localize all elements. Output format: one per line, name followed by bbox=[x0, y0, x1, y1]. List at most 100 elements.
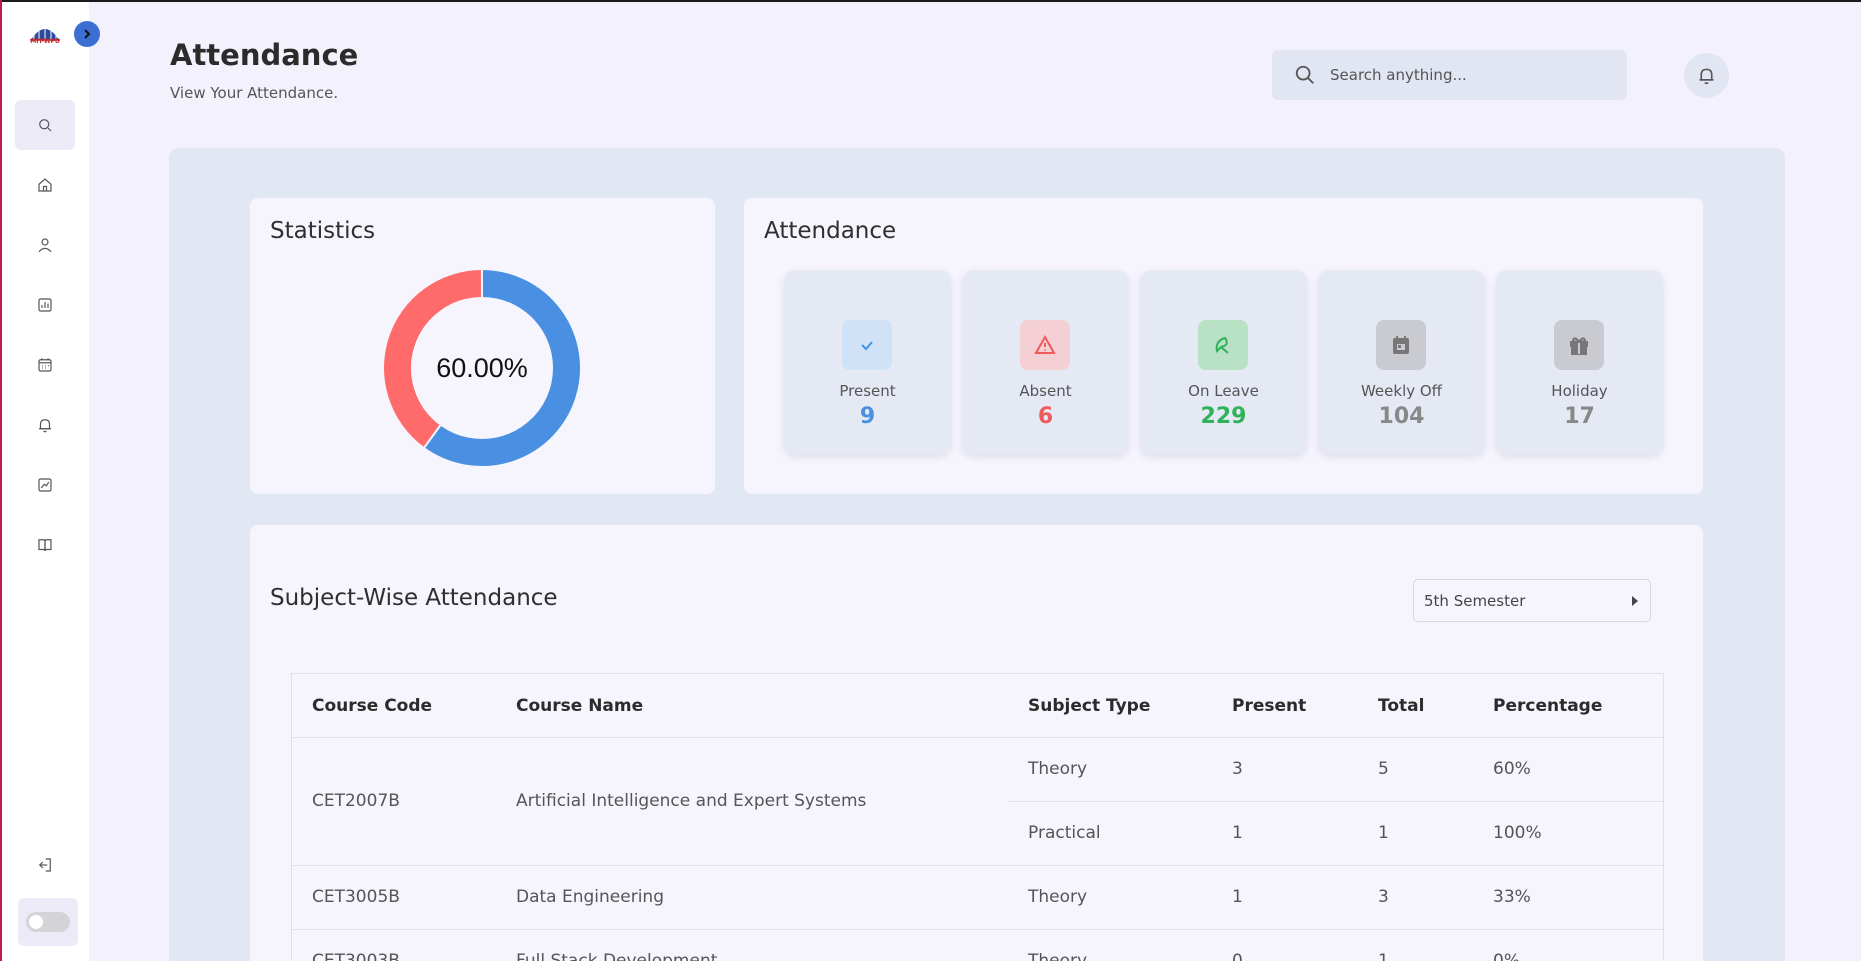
holiday-icon-box bbox=[1554, 320, 1604, 370]
statistics-title: Statistics bbox=[270, 218, 376, 244]
search-placeholder: Search anything... bbox=[1330, 66, 1467, 84]
home-icon bbox=[38, 178, 52, 192]
sidebar-item-profile[interactable] bbox=[15, 220, 75, 270]
window-top-border bbox=[0, 0, 1861, 2]
on-leave-icon-box bbox=[1198, 320, 1248, 370]
stat-holiday-value: 17 bbox=[1564, 404, 1595, 429]
statistics-card: Statistics 60.00% bbox=[250, 198, 715, 494]
stat-present-label: Present bbox=[839, 382, 896, 400]
present-cell: 1 bbox=[1232, 823, 1243, 843]
present-icon-box bbox=[842, 320, 892, 370]
course-code-cell: CET3003B bbox=[312, 951, 400, 961]
percentage-cell: 60% bbox=[1493, 759, 1531, 779]
page-subtitle: View Your Attendance. bbox=[170, 84, 339, 102]
column-header-subject-type: Subject Type bbox=[1028, 696, 1151, 716]
subject-wise-attendance-card: Subject-Wise Attendance 5th Semester Cou… bbox=[250, 525, 1703, 961]
notifications-button[interactable] bbox=[1684, 53, 1729, 98]
column-header-course-code: Course Code bbox=[312, 696, 433, 716]
course-code-cell: CET2007B bbox=[312, 791, 400, 811]
absent-icon-box bbox=[1020, 320, 1070, 370]
attendance-donut-chart: 60.00% bbox=[382, 267, 582, 468]
subject-attendance-table: Course Code Course Name Subject Type Pre… bbox=[291, 673, 1664, 961]
bell-icon bbox=[1699, 68, 1714, 85]
search-icon bbox=[1295, 65, 1314, 84]
stat-absent-value: 6 bbox=[1037, 404, 1054, 429]
total-cell: 5 bbox=[1378, 759, 1389, 779]
sidebar: MIT-WPU bbox=[2, 2, 89, 961]
percentage-cell: 33% bbox=[1493, 887, 1531, 907]
stat-absent-label: Absent bbox=[1019, 382, 1072, 400]
stat-on-leave-value: 229 bbox=[1200, 404, 1247, 429]
subject-type-cell: Practical bbox=[1028, 823, 1101, 843]
column-header-present: Present bbox=[1232, 696, 1307, 716]
bell-icon bbox=[39, 419, 51, 433]
course-name-cell: Data Engineering bbox=[516, 887, 664, 907]
stat-holiday-label: Holiday bbox=[1551, 382, 1608, 400]
theme-toggle[interactable] bbox=[26, 912, 70, 932]
total-cell: 1 bbox=[1378, 951, 1389, 961]
present-cell: 0 bbox=[1232, 951, 1243, 961]
table-divider bbox=[1008, 801, 1663, 802]
column-header-course-name: Course Name bbox=[516, 696, 644, 716]
logout-button[interactable] bbox=[15, 840, 75, 890]
logout-icon bbox=[38, 858, 51, 872]
column-header-percentage: Percentage bbox=[1493, 696, 1603, 716]
subject-wise-title: Subject-Wise Attendance bbox=[270, 585, 558, 611]
sidebar-collapse-button[interactable] bbox=[74, 21, 100, 47]
check-icon bbox=[861, 341, 873, 351]
bar-chart-icon bbox=[38, 298, 52, 312]
attendance-summary-card: Attendance Present 9 Absent 6 On Leave 2… bbox=[744, 198, 1703, 494]
sidebar-item-home[interactable] bbox=[15, 160, 75, 210]
stat-weekly-off-label: Weekly Off bbox=[1360, 382, 1443, 400]
gift-icon bbox=[1570, 337, 1588, 355]
page-title: Attendance bbox=[170, 38, 359, 72]
table-divider bbox=[292, 929, 1663, 930]
course-code-cell: CET3005B bbox=[312, 887, 400, 907]
sidebar-item-notifications[interactable] bbox=[15, 400, 75, 450]
warning-icon bbox=[1034, 334, 1056, 354]
search-input[interactable]: Search anything... bbox=[1272, 50, 1627, 100]
stat-present-value: 9 bbox=[859, 404, 876, 429]
column-header-total: Total bbox=[1378, 696, 1425, 716]
caret-right-icon bbox=[1632, 596, 1638, 606]
calendar-icon bbox=[38, 358, 52, 372]
trend-chart-icon bbox=[38, 478, 52, 492]
stat-weekly-off: Weekly Off 104 bbox=[1318, 270, 1485, 454]
calendar-icon bbox=[1393, 336, 1409, 354]
stat-present: Present 9 bbox=[784, 270, 951, 454]
sidebar-item-search[interactable] bbox=[15, 100, 75, 150]
sidebar-item-reports[interactable] bbox=[15, 280, 75, 330]
semester-select[interactable]: 5th Semester bbox=[1413, 579, 1651, 622]
main-panel: Statistics 60.00% Attendance Present 9 A… bbox=[169, 148, 1785, 961]
present-cell: 1 bbox=[1232, 887, 1243, 907]
logo-text: MIT-WPU bbox=[30, 38, 60, 45]
weekly-off-icon-box bbox=[1376, 320, 1426, 370]
book-icon bbox=[38, 539, 52, 552]
theme-toggle-container bbox=[18, 898, 78, 946]
stat-absent: Absent 6 bbox=[962, 270, 1129, 454]
percentage-cell: 0% bbox=[1493, 951, 1520, 961]
stat-holiday: Holiday 17 bbox=[1496, 270, 1663, 454]
table-divider bbox=[292, 737, 1663, 738]
university-logo: MIT-WPU bbox=[28, 20, 62, 50]
stat-weekly-off-value: 104 bbox=[1378, 404, 1425, 429]
stat-on-leave-label: On Leave bbox=[1188, 382, 1259, 400]
course-name-cell: Artificial Intelligence and Expert Syste… bbox=[516, 791, 867, 811]
total-cell: 1 bbox=[1378, 823, 1389, 843]
stat-on-leave: On Leave 229 bbox=[1140, 270, 1307, 454]
umbrella-icon bbox=[1215, 336, 1229, 354]
sidebar-item-courses[interactable] bbox=[15, 520, 75, 570]
sidebar-item-analytics[interactable] bbox=[15, 460, 75, 510]
search-icon bbox=[39, 119, 52, 132]
total-cell: 3 bbox=[1378, 887, 1389, 907]
sidebar-item-calendar[interactable] bbox=[15, 340, 75, 390]
percentage-cell: 100% bbox=[1493, 823, 1542, 843]
semester-select-value: 5th Semester bbox=[1424, 591, 1526, 610]
window-left-border bbox=[0, 0, 2, 961]
subject-type-cell: Theory bbox=[1028, 759, 1088, 779]
chevron-right-icon bbox=[84, 29, 91, 39]
attendance-title: Attendance bbox=[764, 218, 897, 244]
donut-percent-label: 60.00% bbox=[436, 352, 528, 383]
subject-type-cell: Theory bbox=[1028, 951, 1088, 961]
user-icon bbox=[38, 238, 52, 253]
